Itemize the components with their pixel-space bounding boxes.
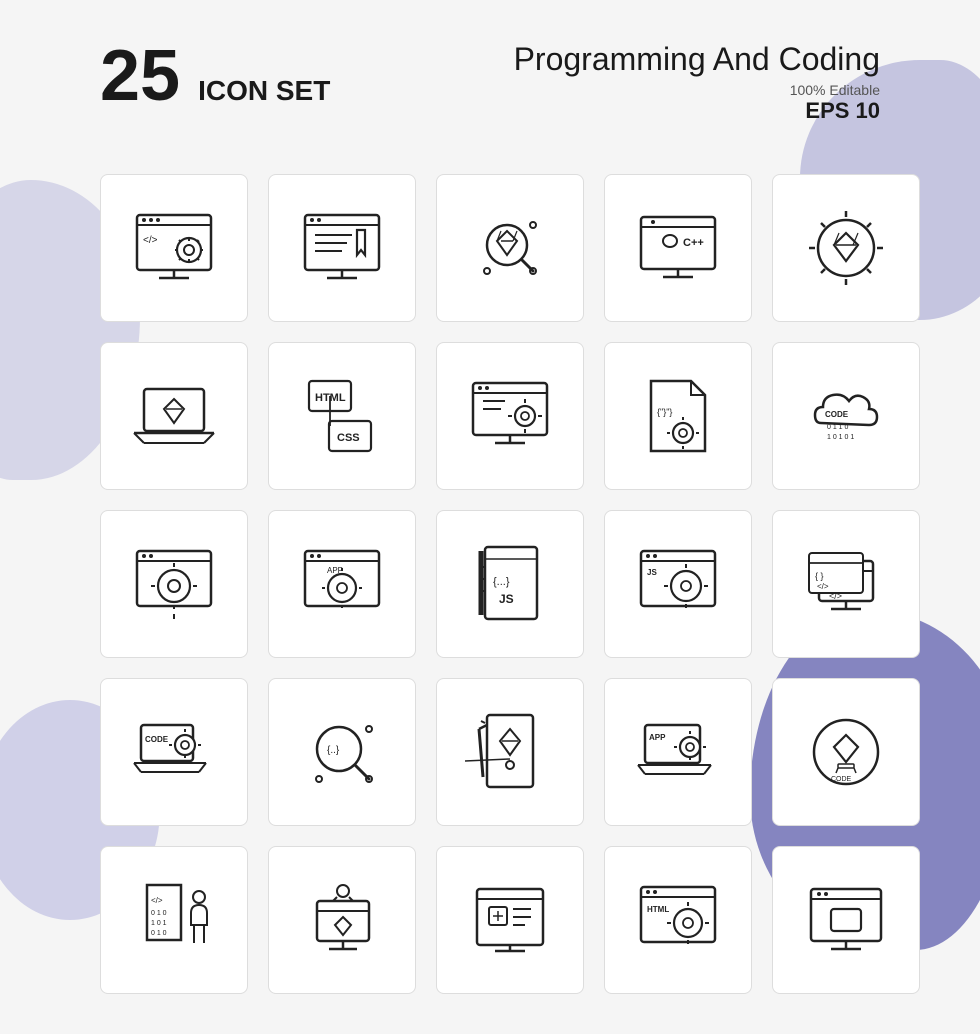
icon-bracket-monitor[interactable] <box>772 846 920 994</box>
icon-code-search-magnifier[interactable]: {..} <box>268 678 416 826</box>
svg-text:</>: </> <box>143 235 158 246</box>
svg-text:JS: JS <box>499 592 514 606</box>
header-right: Programming And Coding 100% Editable EPS… <box>514 40 880 124</box>
header-title: Programming And Coding <box>514 40 880 78</box>
icon-app-browser-gear[interactable]: APP <box>268 510 416 658</box>
icon-diamond-code-circle[interactable]: CODE <box>772 678 920 826</box>
svg-text:C++: C++ <box>683 237 704 249</box>
icon-file-gear[interactable]: {"}"} <box>604 342 752 490</box>
icon-browser-bookmark[interactable] <box>268 174 416 322</box>
svg-text:0 1 0: 0 1 0 <box>151 910 167 917</box>
svg-text:</>: </> <box>817 582 829 591</box>
icon-cpp-monitor[interactable]: C++ <box>604 174 752 322</box>
svg-text:0 1 1 0: 0 1 1 0 <box>827 424 849 431</box>
svg-text:0 1 0: 0 1 0 <box>151 930 167 937</box>
svg-text:HTML: HTML <box>647 905 669 914</box>
svg-text:{"}"}: {"}"} <box>657 407 672 417</box>
header-number: 25 <box>100 40 180 112</box>
header-eps: EPS 10 <box>514 98 880 124</box>
icon-js-notebook[interactable]: {...} JS <box>436 510 584 658</box>
icon-diamond-search[interactable] <box>436 174 584 322</box>
icon-diamond-pencil-book[interactable] <box>436 678 584 826</box>
svg-text:CSS: CSS <box>337 432 360 444</box>
icon-grid: </> <box>100 174 880 994</box>
icon-layout-browser[interactable] <box>436 846 584 994</box>
icon-cloud-code[interactable]: CODE 0 1 1 0 1 0 1 0 1 <box>772 342 920 490</box>
svg-text:APP: APP <box>649 733 666 742</box>
icon-js-browser-gear[interactable]: JS <box>604 510 752 658</box>
icon-laptop-diamond[interactable] <box>100 342 248 490</box>
svg-text:CODE: CODE <box>831 776 852 783</box>
icon-monitor-gear[interactable] <box>436 342 584 490</box>
header-left: 25 ICON SET <box>100 40 330 112</box>
svg-text:CODE: CODE <box>145 735 169 744</box>
icon-browser-gear[interactable] <box>100 510 248 658</box>
icon-html-css[interactable]: HTML CSS <box>268 342 416 490</box>
icon-app-laptop-gear[interactable]: APP <box>604 678 752 826</box>
icon-diamond-gear[interactable] <box>772 174 920 322</box>
header-icon-set-label: ICON SET <box>198 74 330 108</box>
svg-text:</>: </> <box>151 896 163 905</box>
icon-binary-code-person[interactable]: </> 0 1 0 1 0 1 0 1 0 <box>100 846 248 994</box>
svg-text:{..}: {..} <box>327 745 340 756</box>
main-content: 25 ICON SET Programming And Coding 100% … <box>0 0 980 1034</box>
header: 25 ICON SET Programming And Coding 100% … <box>100 40 880 124</box>
svg-text:1 0 1: 1 0 1 <box>151 920 167 927</box>
icon-code-monitor-stack[interactable]: { } </> { } </> <box>772 510 920 658</box>
svg-text:{...}: {...} <box>493 576 510 588</box>
icon-person-diamond-monitor[interactable] <box>268 846 416 994</box>
icon-code-laptop-gear[interactable]: CODE <box>100 678 248 826</box>
svg-text:CODE: CODE <box>825 410 849 419</box>
icon-html-browser-gear[interactable]: HTML <box>604 846 752 994</box>
icon-web-code-settings[interactable]: </> <box>100 174 248 322</box>
svg-text:{ }: { } <box>815 571 824 581</box>
svg-text:1 0 1 0 1: 1 0 1 0 1 <box>827 434 854 441</box>
header-editable: 100% Editable <box>514 82 880 98</box>
svg-text:JS: JS <box>647 568 657 577</box>
